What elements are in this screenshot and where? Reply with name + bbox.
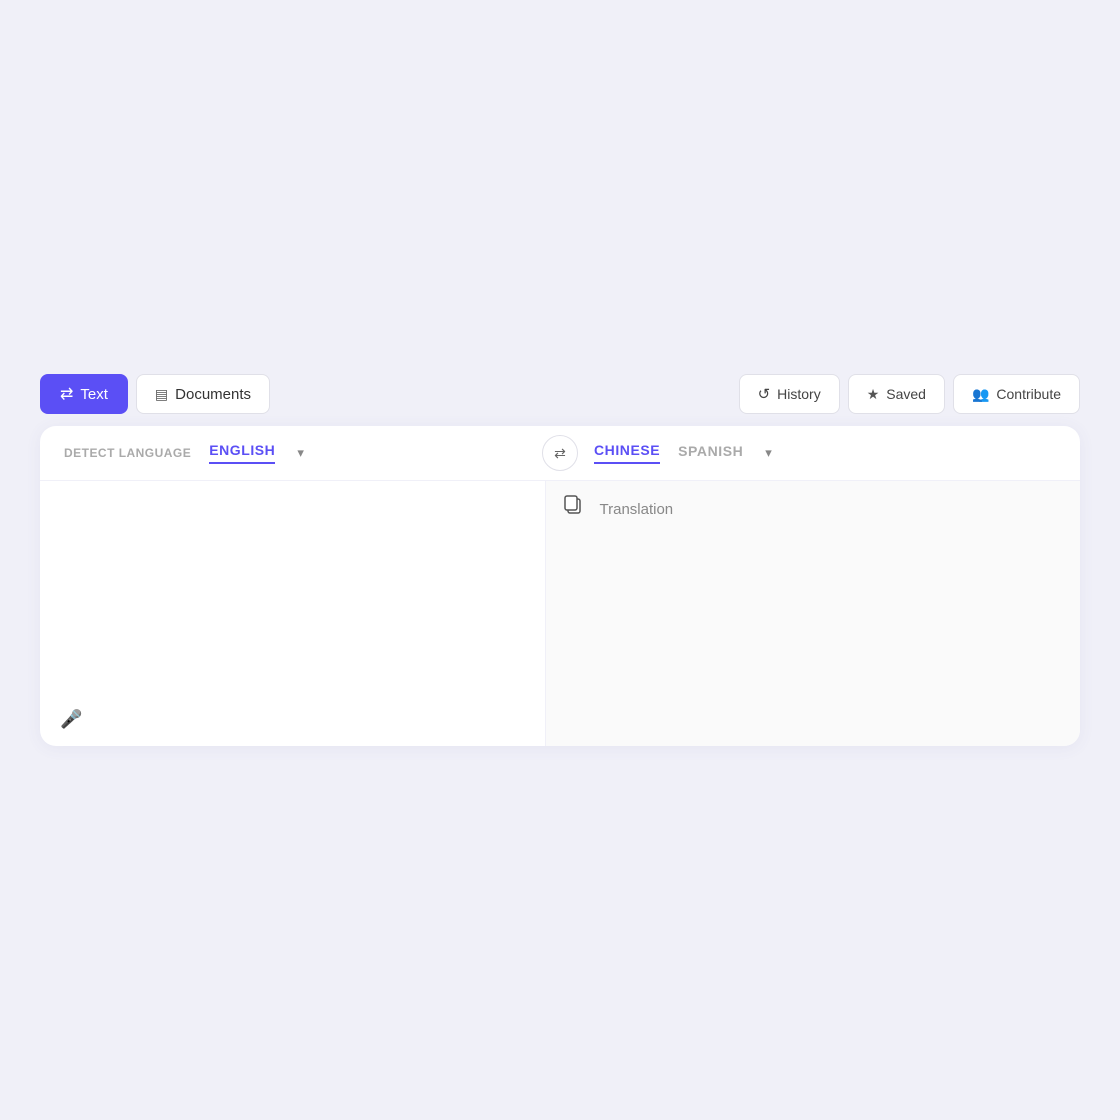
contribute-label: Contribute — [996, 386, 1061, 402]
document-icon: ▤ — [155, 386, 168, 403]
contribute-button[interactable]: 👥 Contribute — [953, 374, 1080, 414]
toolbar: ⇄ Text ▤ Documents ↺ History ★ Saved 👥 C… — [40, 374, 1080, 414]
text-areas: 🎤 Translation — [40, 481, 1080, 746]
copy-icon — [564, 495, 582, 515]
history-icon: ↺ — [758, 385, 771, 403]
source-area: 🎤 — [40, 481, 546, 746]
documents-tab-button[interactable]: ▤ Documents — [136, 374, 270, 414]
history-label: History — [777, 386, 821, 402]
documents-tab-label: Documents — [175, 386, 251, 403]
chevron-down-icon: ▾ — [297, 445, 304, 460]
target-lang-section: CHINESE SPANISH ▾ — [594, 426, 1056, 480]
target-language-chinese[interactable]: CHINESE — [594, 442, 660, 464]
target-language-spanish[interactable]: SPANISH — [678, 443, 743, 463]
star-icon: ★ — [867, 386, 880, 403]
saved-button[interactable]: ★ Saved — [848, 374, 945, 414]
source-lang-section: DETECT LANGUAGE ENGLISH ▾ — [64, 426, 526, 480]
people-icon: 👥 — [972, 386, 989, 403]
translation-output: Translation — [600, 501, 674, 518]
source-language-english[interactable]: ENGLISH — [209, 442, 275, 464]
translation-card: DETECT LANGUAGE ENGLISH ▾ ⇄ CHINESE SPAN… — [40, 426, 1080, 746]
microphone-icon: 🎤 — [60, 709, 82, 729]
language-bar: DETECT LANGUAGE ENGLISH ▾ ⇄ CHINESE SPAN… — [40, 426, 1080, 481]
swap-icon: ⇄ — [554, 445, 566, 462]
history-button[interactable]: ↺ History — [739, 374, 840, 414]
toolbar-left: ⇄ Text ▤ Documents — [40, 374, 270, 414]
swap-languages-button[interactable]: ⇄ — [542, 435, 578, 471]
toolbar-right: ↺ History ★ Saved 👥 Contribute — [739, 374, 1080, 414]
saved-label: Saved — [886, 386, 926, 402]
detect-language-label[interactable]: DETECT LANGUAGE — [64, 446, 191, 460]
text-tab-button[interactable]: ⇄ Text — [40, 374, 128, 414]
copy-button[interactable] — [564, 495, 582, 520]
chevron-down-icon-target: ▾ — [765, 445, 772, 460]
source-language-chevron[interactable]: ▾ — [293, 443, 308, 463]
text-tab-label: Text — [80, 386, 108, 403]
microphone-button[interactable]: 🎤 — [60, 709, 82, 730]
target-area: Translation — [546, 481, 1081, 746]
target-language-chevron[interactable]: ▾ — [761, 443, 776, 463]
translate-icon: ⇄ — [60, 384, 73, 404]
app-container: ⇄ Text ▤ Documents ↺ History ★ Saved 👥 C… — [40, 374, 1080, 746]
source-text-input[interactable] — [64, 501, 521, 696]
